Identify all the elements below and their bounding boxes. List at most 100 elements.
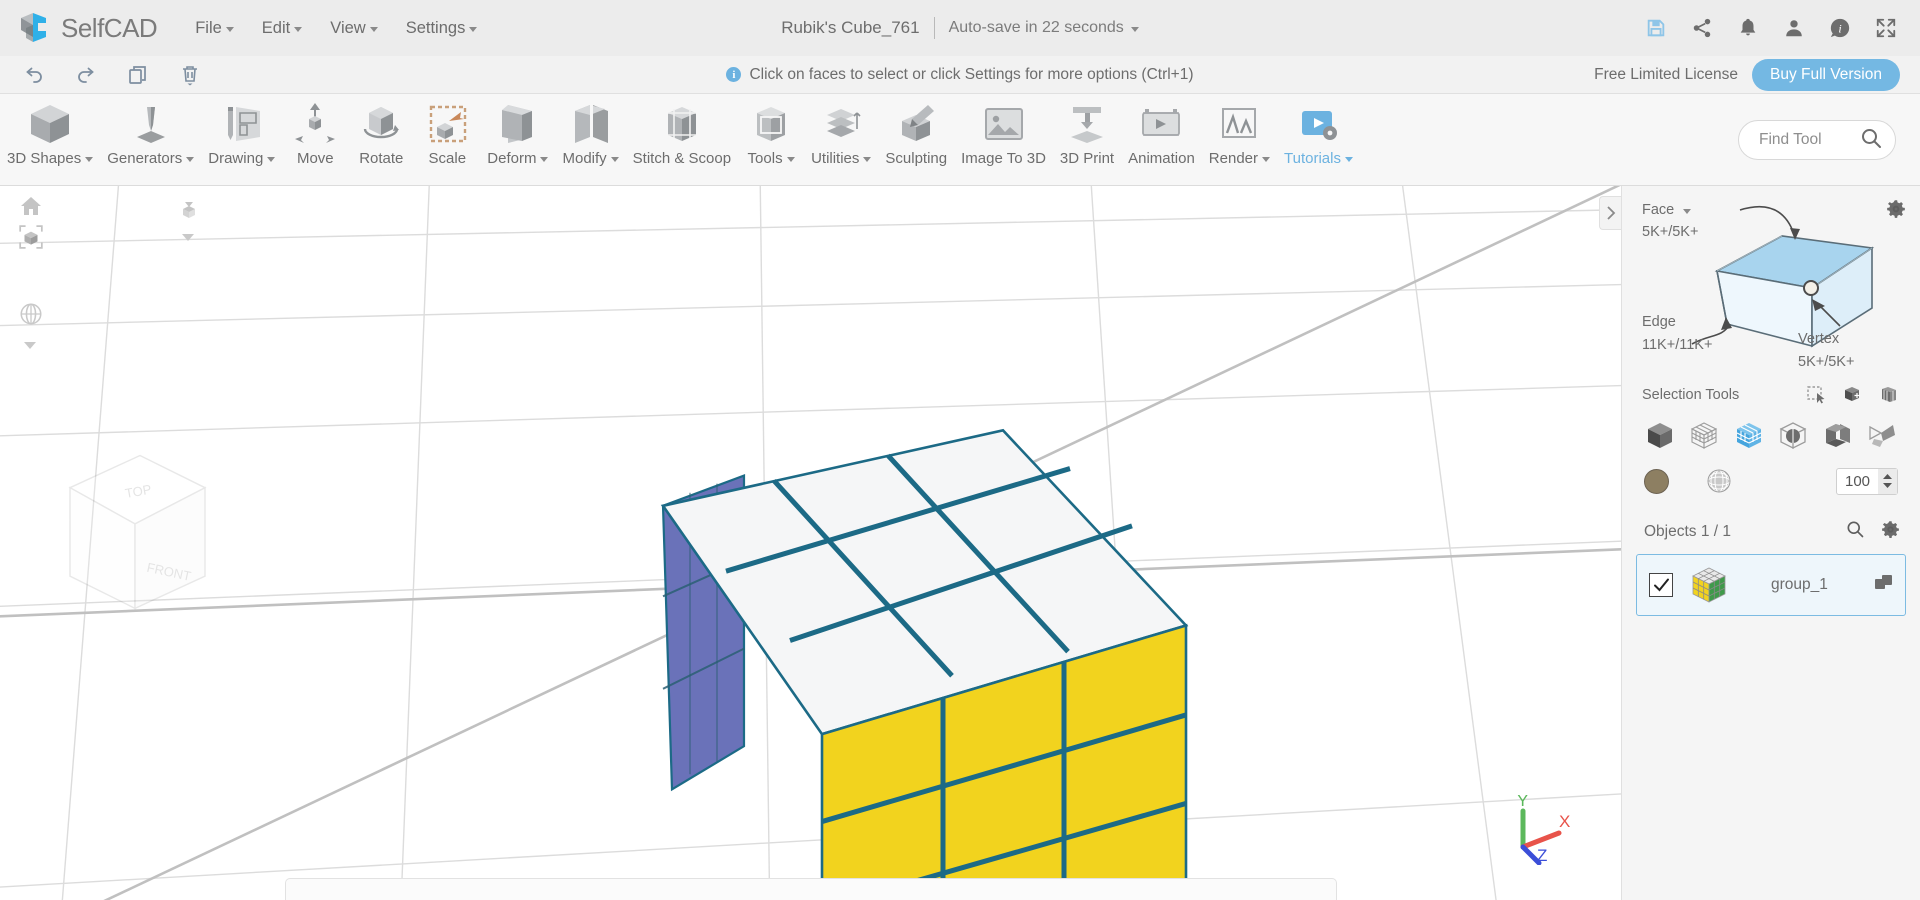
find-tool-input[interactable] [1759,131,1859,149]
license-label: Free Limited License [1594,65,1738,83]
opacity-stepper[interactable]: 100 [1836,467,1898,495]
toolbar-label: Utilities [811,150,872,167]
lasso-select-icon[interactable] [1878,385,1900,405]
chevron-down-icon [540,157,549,162]
stepper-arrows[interactable] [1878,468,1897,494]
split-mode-icon[interactable] [1822,419,1854,451]
chevron-down-icon [225,26,234,32]
delete-icon[interactable] [178,63,202,87]
object-mode-icon[interactable] [1644,419,1676,451]
toolbar-item-utilities[interactable]: Utilities [804,98,878,167]
toolbar-item-drawing[interactable]: Drawing [201,98,282,167]
toolbar-item-stitch-scoop[interactable]: Stitch & Scoop [626,98,738,167]
toolbar-item-generators[interactable]: Generators [100,98,201,167]
orbit-gizmo-icon[interactable] [18,301,44,332]
list-item[interactable]: group_1 [1636,554,1906,616]
find-tool-search[interactable] [1738,120,1896,160]
utilities-icon [815,98,867,150]
autosave-dropdown[interactable]: Auto-save in 22 seconds [935,19,1139,37]
material-color-swatch[interactable] [1644,468,1669,494]
edge-count: 11K+/11K+ [1642,337,1713,353]
axis-indicator: Y X Z [1497,791,1577,870]
notifications-bell-icon[interactable] [1736,16,1760,40]
brand[interactable]: SelfCAD [0,11,158,45]
tutorials-icon [1292,98,1344,150]
panel-collapse-toggle[interactable] [1599,196,1621,230]
view-cube: TOP FRONT [68,454,207,610]
search-icon[interactable] [1859,126,1883,155]
view-dropdown-caret-icon[interactable] [180,230,196,248]
toolbar-item-move[interactable]: Move [282,98,348,167]
undo-icon[interactable] [22,63,46,87]
menu-item-view[interactable]: View [316,11,391,46]
user-account-icon[interactable] [1782,16,1806,40]
chevron-down-icon [863,157,872,162]
opacity-value: 100 [1845,472,1871,490]
3d-print-icon [1061,98,1113,150]
share-icon[interactable] [1690,16,1714,40]
home-view-icon[interactable] [18,194,44,223]
toolbar-label: Image To 3D [961,150,1046,167]
toolbar-item-3d-print[interactable]: 3D Print [1053,98,1121,167]
orbit-dropdown-caret-icon[interactable] [22,338,38,356]
main-toolbar: 3D Shapes Generators Drawing Move Rotate… [0,94,1920,186]
menu-item-edit[interactable]: Edit [248,11,316,46]
toolbar-item-scale[interactable]: Scale [414,98,480,167]
box-select-icon[interactable] [1842,385,1864,405]
3d-viewport[interactable]: TOP FRONT Y X Z [0,186,1621,900]
timeline-bar[interactable] [284,878,1337,900]
toolbar-item-image-to-3d[interactable]: Image To 3D [954,98,1053,167]
buy-full-version-button[interactable]: Buy Full Version [1752,58,1900,91]
toolbar-item-tools[interactable]: Tools [738,98,804,167]
toolbar-item-deform[interactable]: Deform [480,98,555,167]
copy-icon[interactable] [126,63,150,87]
document-title[interactable]: Rubik's Cube_761 [781,18,933,38]
view-direction-icon[interactable] [175,194,203,225]
object-visibility-checkbox[interactable] [1649,573,1673,597]
cube-icon [24,98,76,150]
chevron-down-icon [186,157,195,162]
toolbar-label: Rotate [359,150,403,167]
toolbar-item-rotate[interactable]: Rotate [348,98,414,167]
toolbar-label: Render [1209,150,1270,167]
toolbar-item-animation[interactable]: Animation [1121,98,1202,167]
toolbar-item-label: 3D Shapes [7,150,82,167]
save-icon[interactable] [1644,16,1668,40]
chevron-down-icon [85,157,94,162]
fullscreen-icon[interactable] [1874,16,1898,40]
face-mode-icon[interactable] [1733,419,1765,451]
sphere-texture-icon[interactable] [1703,465,1735,497]
redo-icon[interactable] [74,63,98,87]
toolbar-item-modify[interactable]: Modify [555,98,625,167]
menu-item-file[interactable]: File [181,11,248,46]
duplicate-icon[interactable] [1875,574,1893,597]
selection-mode-dropdown[interactable]: Face [1642,200,1692,221]
fit-to-view-icon[interactable] [18,224,44,255]
toolbar-item-label: Generators [107,150,183,167]
chevron-down-icon [267,157,276,162]
selection-tools-icons [1806,385,1900,405]
menu-item-settings[interactable]: Settings [392,11,492,46]
toolbar-item-label: Modify [562,150,607,167]
toolbar-label: Deform [487,150,549,167]
menu-items: File Edit View Settings [181,11,491,46]
toolbar-item-3d-shapes[interactable]: 3D Shapes [0,98,100,167]
wireframe-mode-icon[interactable] [1688,419,1720,451]
viewport-scene: TOP FRONT [0,186,1621,900]
chevron-down-icon [1683,209,1692,214]
objects-search-icon[interactable] [1845,519,1865,544]
toolbar-item-label: Tutorials [1284,150,1341,167]
objects-settings-gear-icon[interactable] [1881,520,1900,544]
sphere-in-cube-icon[interactable] [1777,419,1809,451]
unfold-mode-icon[interactable] [1866,419,1898,451]
info-icon[interactable]: i [1828,16,1852,40]
toolbar-item-label: Deform [487,150,537,167]
toolbar-item-render[interactable]: Render [1202,98,1277,167]
toolbar-item-label: Sculpting [885,150,948,167]
toolbar-item-tutorials[interactable]: Tutorials [1277,98,1360,167]
toolbar-item-sculpting[interactable]: Sculpting [878,98,954,167]
toolbar-item-label: Drawing [208,150,264,167]
rectangle-select-icon[interactable] [1806,385,1828,405]
tools-icon [745,98,797,150]
toolbar-label: 3D Shapes [7,150,94,167]
